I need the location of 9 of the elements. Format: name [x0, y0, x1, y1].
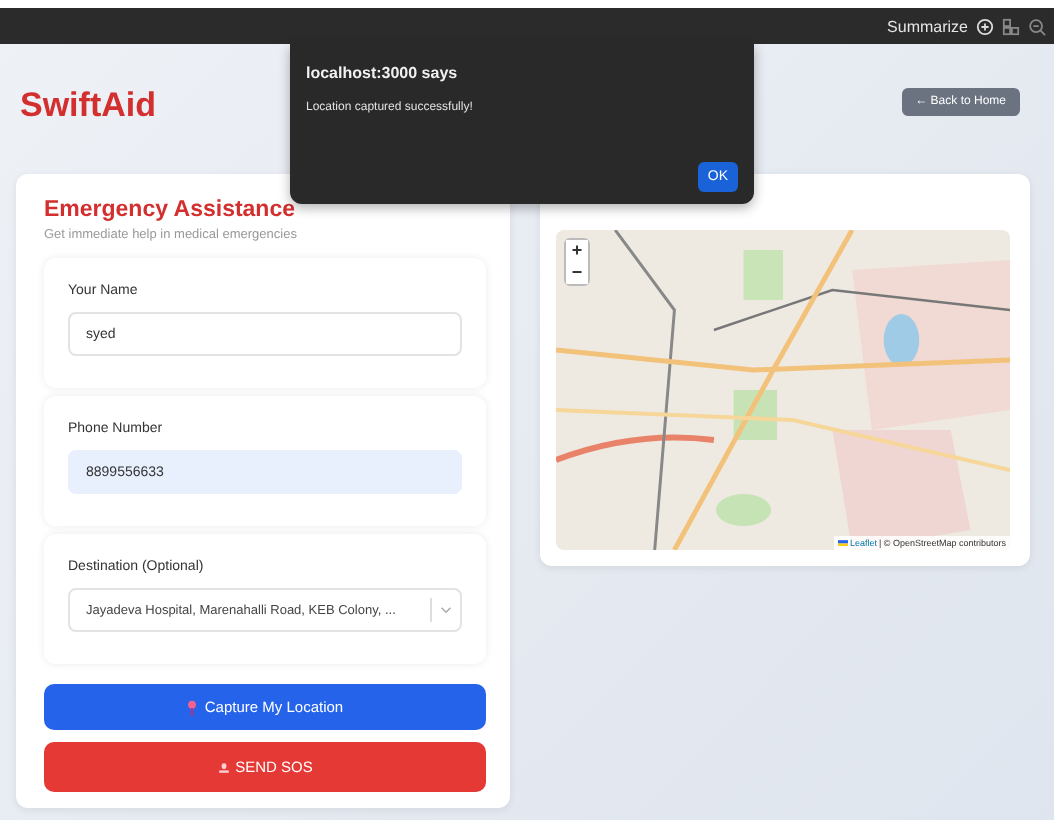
dialog-title: localhost:3000 says — [306, 64, 458, 82]
flag-icon — [837, 539, 848, 547]
grid-icon[interactable] — [1002, 17, 1020, 35]
chevron-down-icon — [440, 606, 452, 614]
zoom-out-icon[interactable] — [1028, 17, 1046, 35]
pin-icon — [186, 699, 199, 715]
form-title: Emergency Assistance — [44, 198, 298, 222]
app-logo: SwiftAid — [20, 86, 156, 126]
summarize-button[interactable]: Summarize — [887, 17, 968, 35]
